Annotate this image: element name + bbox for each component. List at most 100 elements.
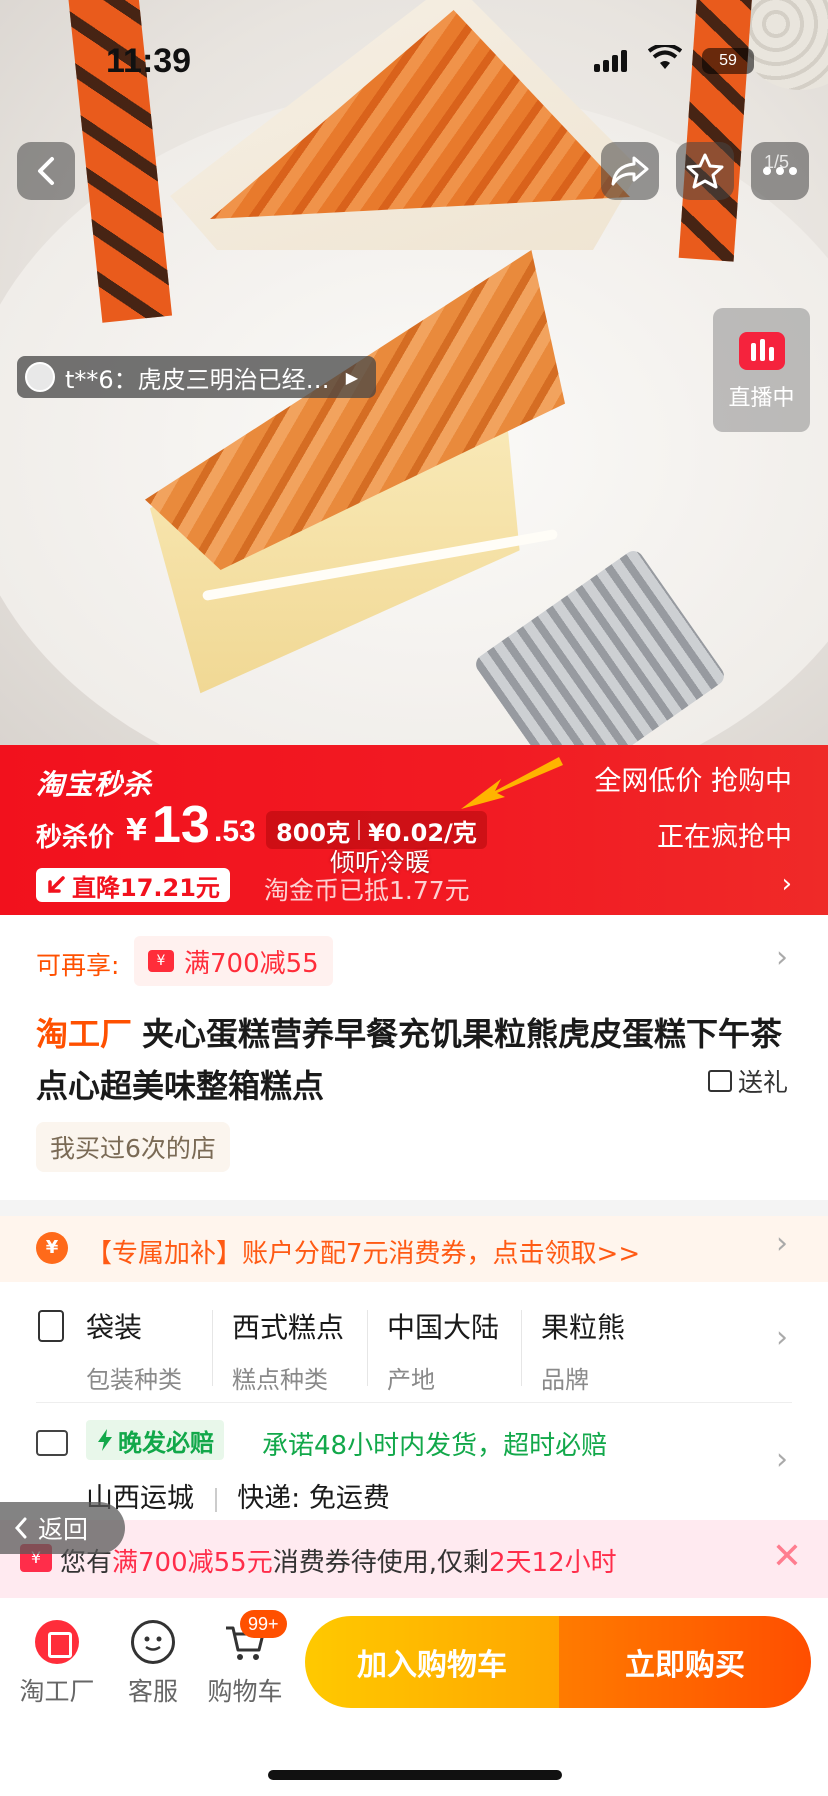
attribute-cake-type: 西式糕点 糕点种类	[232, 1306, 344, 1395]
customer-service-icon	[131, 1620, 175, 1664]
chevron-right-icon: ▶	[345, 367, 358, 387]
divider	[367, 1310, 368, 1386]
attribute-key: 包装种类	[86, 1366, 182, 1394]
attribute-value: 果粒熊	[541, 1311, 626, 1344]
add-to-cart-button[interactable]: 加入购物车	[305, 1616, 559, 1708]
shipping-promise: 承诺48小时内发货，超时必赔	[262, 1431, 608, 1461]
chevron-right-icon: ›	[781, 869, 792, 899]
coupon-chip[interactable]: ¥ 满700减55	[134, 936, 333, 986]
subsidy-text: 【专属加补】账户分配7元消费券，点击领取>>	[86, 1239, 641, 1269]
section-divider	[0, 1200, 828, 1216]
late-delivery-badge: 晚发必赔	[86, 1420, 224, 1460]
gift-button[interactable]: 送礼	[708, 1063, 788, 1099]
avatar	[25, 362, 55, 392]
shipping-info: 山西运城 快递: 免运费	[86, 1476, 390, 1515]
price-integer: 13	[152, 796, 210, 854]
favorite-button[interactable]	[676, 142, 734, 200]
chevron-right-icon: ›	[776, 1226, 788, 1261]
attribute-value: 袋装	[86, 1311, 143, 1344]
chevron-right-icon: ›	[776, 940, 788, 975]
price-decimal: .53	[214, 815, 256, 848]
flash-sale-brand: 淘宝秒杀	[36, 768, 153, 801]
gift-label: 送礼	[738, 1068, 789, 1097]
product-title: 淘工厂 夹心蛋糕营养早餐充饥果粒熊虎皮蛋糕下午茶点心超美味整箱糕点	[36, 1008, 796, 1112]
wifi-icon	[647, 43, 683, 79]
attribute-origin: 中国大陆 产地	[387, 1306, 499, 1395]
attribute-value: 西式糕点	[232, 1311, 345, 1344]
coupon-row[interactable]: 可再享: ¥ 满700减55 ›	[0, 932, 828, 992]
promo-tagline-bottom: 正在疯抢中	[657, 822, 792, 853]
subsidy-banner[interactable]: ¥ 【专属加补】账户分配7元消费券，点击领取>> ›	[0, 1216, 828, 1282]
coupon-lead-label: 可再享:	[36, 951, 120, 980]
coupon-chip-text: 满700减55	[184, 948, 319, 979]
attribute-brand: 果粒熊 品牌	[541, 1306, 625, 1395]
signal-icon	[594, 50, 628, 72]
price-label: 秒杀价	[36, 823, 115, 853]
product-image-gallery[interactable]: 11:39 59 1/5 t**6：虎皮三明治已经… ▶ 直播中	[0, 0, 828, 745]
coupon-reminder-text: 您有满700减55元消费券待使用,仅剩2天12小时	[60, 1542, 617, 1579]
coin-deduction-text: 淘金币已抵1.77元	[264, 876, 470, 905]
tab-customer-service[interactable]: 客服	[120, 1620, 186, 1708]
return-label: 返回	[38, 1515, 89, 1544]
divider	[214, 1487, 217, 1512]
back-button[interactable]	[17, 142, 75, 200]
tab-label: 购物车	[207, 1677, 283, 1706]
shipping-express: 快递: 免运费	[237, 1483, 390, 1514]
reminder-coupon: 满700减55元	[112, 1548, 273, 1578]
chevron-right-icon: ›	[776, 1320, 788, 1355]
shipping-row[interactable]: 晚发必赔 承诺48小时内发货，超时必赔 山西运城 快递: 免运费 ›	[0, 1410, 828, 1520]
gift-icon	[708, 1070, 732, 1092]
divider	[521, 1310, 522, 1386]
comment-preview-text: t**6：虎皮三明治已经…	[65, 365, 330, 394]
truck-icon	[36, 1430, 68, 1456]
product-brand: 淘工厂	[36, 1015, 133, 1053]
star-icon	[686, 153, 724, 189]
reminder-mid: 消费券待使用,仅剩	[272, 1548, 489, 1578]
live-icon	[738, 332, 785, 370]
price-drop-text: 直降17.21元	[72, 873, 220, 902]
home-indicator	[268, 1770, 562, 1780]
live-stream-button[interactable]: 直播中	[713, 308, 810, 432]
chevron-right-icon: ›	[776, 1442, 788, 1477]
attribute-key: 产地	[387, 1366, 435, 1394]
chevron-left-icon	[38, 157, 54, 185]
divider	[358, 820, 361, 840]
price-drop-badge: 直降17.21元	[36, 868, 230, 902]
tab-factory[interactable]: 淘工厂	[14, 1620, 100, 1708]
tab-label: 客服	[127, 1677, 178, 1706]
battery-icon: 59	[702, 48, 754, 74]
return-button[interactable]: 返回	[0, 1502, 125, 1554]
price-currency: ¥	[126, 813, 147, 848]
product-attributes[interactable]: 袋装 包装种类 西式糕点 糕点种类 中国大陆 产地 果粒熊 品牌 ›	[0, 1286, 828, 1404]
promo-tagline-top: 全网低价 抢购中	[594, 766, 792, 797]
share-button[interactable]	[601, 142, 659, 200]
close-icon[interactable]: ✕	[772, 1536, 802, 1577]
bottom-action-bar: 淘工厂 客服 购物车 99+ 加入购物车 立即购买	[0, 1598, 828, 1796]
attribute-key: 品牌	[541, 1366, 589, 1394]
chevron-left-icon	[14, 1517, 27, 1539]
arrow-down-left-icon	[48, 876, 65, 893]
attribute-key: 糕点种类	[232, 1366, 328, 1394]
coin-icon: ¥	[36, 1232, 68, 1264]
flash-sale-banner[interactable]: 淘宝秒杀 全网低价 抢购中 秒杀价 ¥ 13 .53 800克 ¥0.02/克 …	[0, 745, 828, 915]
product-title-text: 夹心蛋糕营养早餐充饥果粒熊虎皮蛋糕下午茶点心超美味整箱糕点	[36, 1015, 783, 1105]
status-bar: 11:39 59	[0, 36, 828, 86]
divider	[212, 1310, 213, 1386]
live-label: 直播中	[728, 386, 795, 411]
factory-icon	[35, 1620, 79, 1664]
attribute-package: 袋装 包装种类	[86, 1306, 182, 1395]
cart-count-badge: 99+	[240, 1610, 287, 1638]
attribute-value: 中国大陆	[387, 1311, 500, 1344]
shop-history-tag: 我买过6次的店	[36, 1122, 230, 1172]
late-delivery-badge-text: 晚发必赔	[118, 1428, 214, 1457]
share-icon	[611, 156, 649, 186]
tab-label: 淘工厂	[19, 1677, 95, 1706]
image-page-indicator: 1/5	[764, 152, 790, 172]
divider	[36, 1402, 792, 1403]
coupon-ticket-icon: ¥	[148, 950, 174, 972]
buy-now-button[interactable]: 立即购买	[559, 1616, 811, 1708]
status-time: 11:39	[106, 42, 192, 80]
document-icon	[38, 1310, 64, 1342]
comment-preview-pill[interactable]: t**6：虎皮三明治已经… ▶	[17, 356, 376, 398]
reminder-time-left: 2天12小时	[489, 1548, 617, 1578]
